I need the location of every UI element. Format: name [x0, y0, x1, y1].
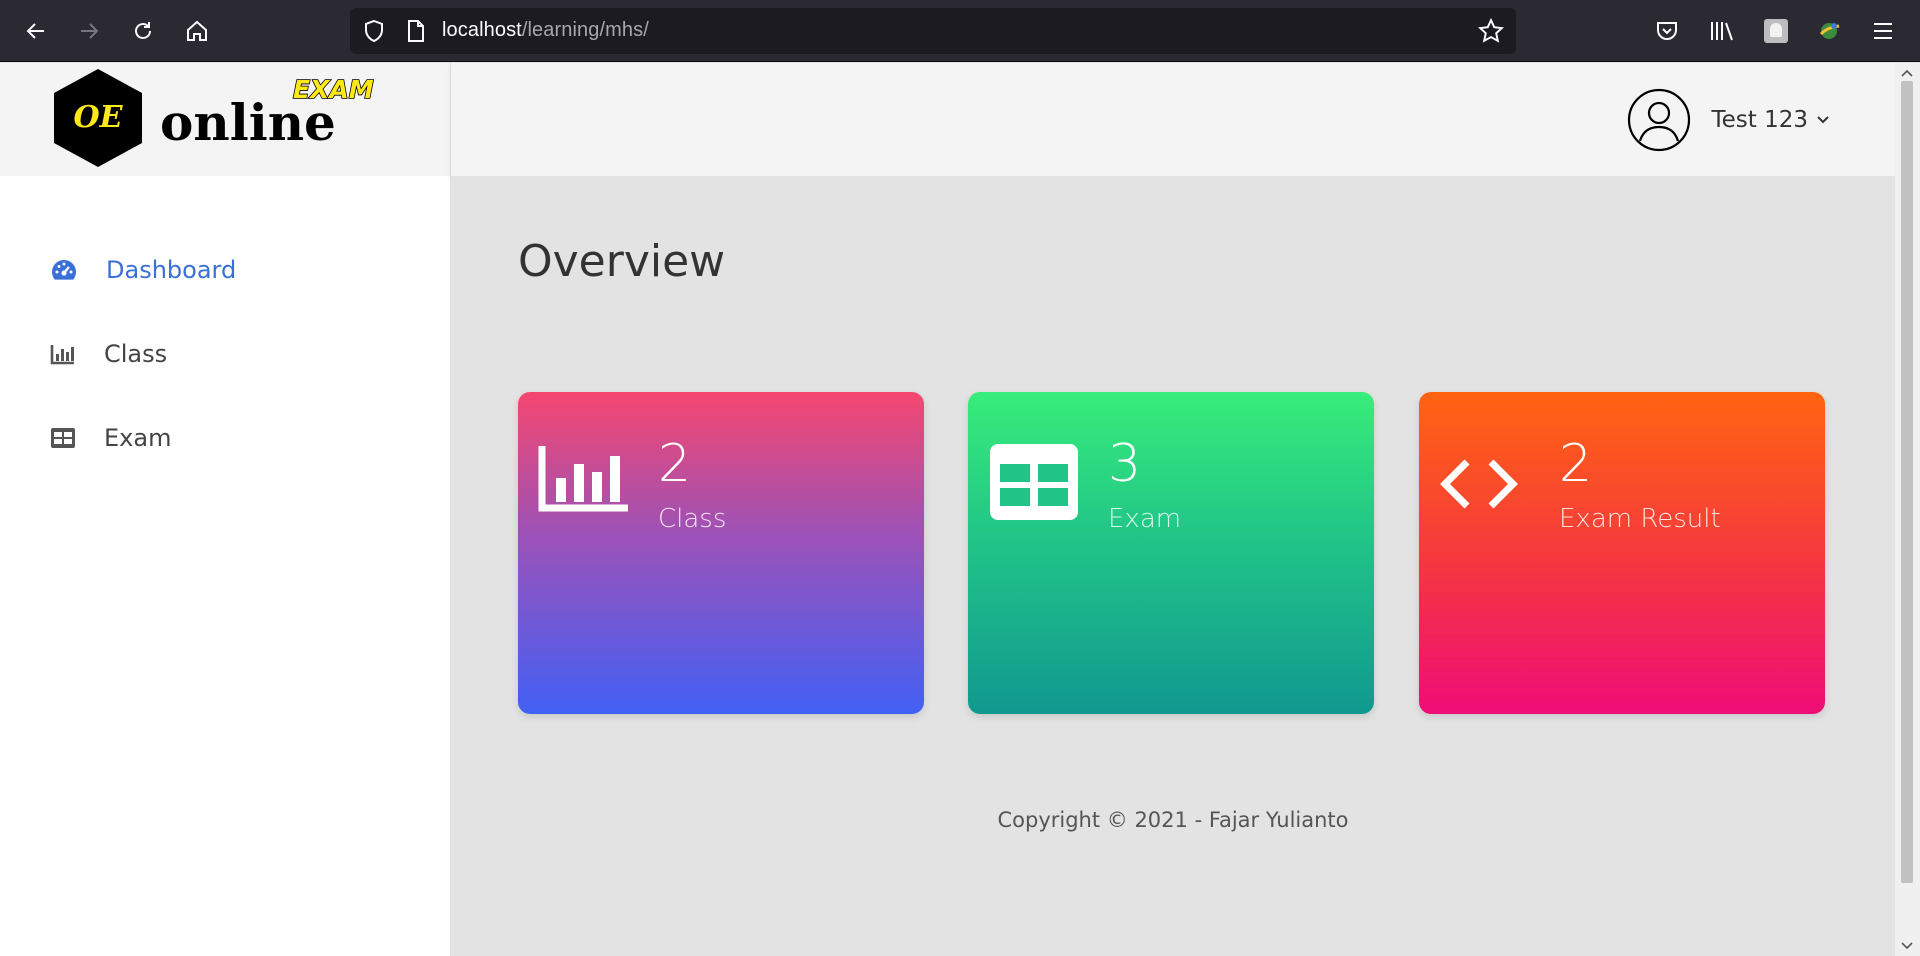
vertical-scrollbar[interactable] — [1895, 63, 1920, 956]
user-menu[interactable]: Test 123 — [1627, 88, 1830, 152]
card-value: 3 — [1108, 434, 1142, 494]
browser-toolbar: localhost/learning/mhs/ — [0, 0, 1920, 62]
page-icon[interactable] — [406, 19, 426, 47]
card-label: Exam — [1108, 504, 1182, 534]
address-bar[interactable]: localhost/learning/mhs/ — [350, 8, 1516, 54]
top-header: Test 123 — [450, 63, 1895, 176]
bar-chart-icon — [538, 446, 628, 512]
bar-chart-icon — [50, 345, 74, 365]
sidebar-item-exam[interactable]: Exam — [50, 418, 171, 458]
menu-hamburger-icon[interactable] — [1867, 15, 1899, 47]
library-icon[interactable] — [1706, 15, 1738, 47]
main-content: Overview 2 Class 3 Exam 2 Exam Result Co… — [451, 176, 1895, 956]
sidebar-item-class[interactable]: Class — [50, 334, 167, 374]
sidebar-item-dashboard[interactable]: Dashboard — [50, 250, 236, 290]
user-name: Test 123 — [1711, 107, 1808, 133]
url-path: /learning/mhs/ — [521, 19, 649, 41]
footer-copyright: Copyright © 2021 - Fajar Yulianto — [997, 808, 1349, 832]
page: Dashboard Class Exam OE online EXAM Test… — [0, 63, 1920, 956]
chevron-down-icon — [1817, 116, 1829, 124]
user-circle-icon — [1628, 88, 1691, 152]
stat-card-exam-result[interactable]: 2 Exam Result — [1419, 392, 1825, 714]
forward-arrow-icon — [81, 23, 99, 39]
home-button[interactable] — [181, 15, 213, 47]
back-arrow-icon — [26, 23, 44, 39]
home-icon — [187, 20, 207, 41]
stat-card-class[interactable]: 2 Class — [518, 392, 924, 714]
exam-online-logo: OE online EXAM — [54, 69, 375, 167]
sidebar-item-label: Exam — [104, 424, 172, 452]
logo-badge-text: OE — [74, 100, 124, 135]
reload-button[interactable] — [127, 15, 159, 47]
sidebar-item-label: Class — [104, 340, 168, 368]
card-label: Exam Result — [1559, 504, 1721, 534]
logo-tag: EXAM — [293, 75, 374, 104]
code-icon — [1440, 459, 1518, 509]
pocket-icon[interactable] — [1651, 15, 1683, 47]
sidebar: Dashboard Class Exam — [0, 63, 450, 956]
bookmark-star-icon[interactable] — [1477, 17, 1505, 48]
sidebar-item-label: Dashboard — [106, 256, 237, 284]
table-icon — [990, 444, 1078, 520]
extension-globe-icon[interactable] — [1813, 15, 1845, 47]
card-label: Class — [658, 504, 727, 534]
scroll-up-arrow-icon[interactable] — [1895, 65, 1920, 81]
reload-icon — [135, 22, 151, 39]
forward-button[interactable] — [73, 15, 105, 47]
table-icon — [51, 428, 75, 448]
url-host: localhost — [442, 19, 522, 41]
scroll-down-arrow-icon[interactable] — [1895, 938, 1920, 954]
card-value: 2 — [658, 434, 692, 494]
logo-area[interactable]: OE online EXAM — [0, 63, 450, 176]
card-value: 2 — [1559, 434, 1593, 494]
shield-icon[interactable] — [362, 19, 386, 47]
scroll-thumb[interactable] — [1901, 81, 1913, 883]
stat-card-exam[interactable]: 3 Exam — [968, 392, 1374, 714]
extension-avatar-icon[interactable] — [1760, 15, 1792, 47]
back-button[interactable] — [20, 15, 52, 47]
dashboard-gauge-icon — [52, 260, 76, 280]
page-title: Overview — [518, 236, 726, 287]
url-text[interactable]: localhost/learning/mhs/ — [442, 19, 649, 42]
